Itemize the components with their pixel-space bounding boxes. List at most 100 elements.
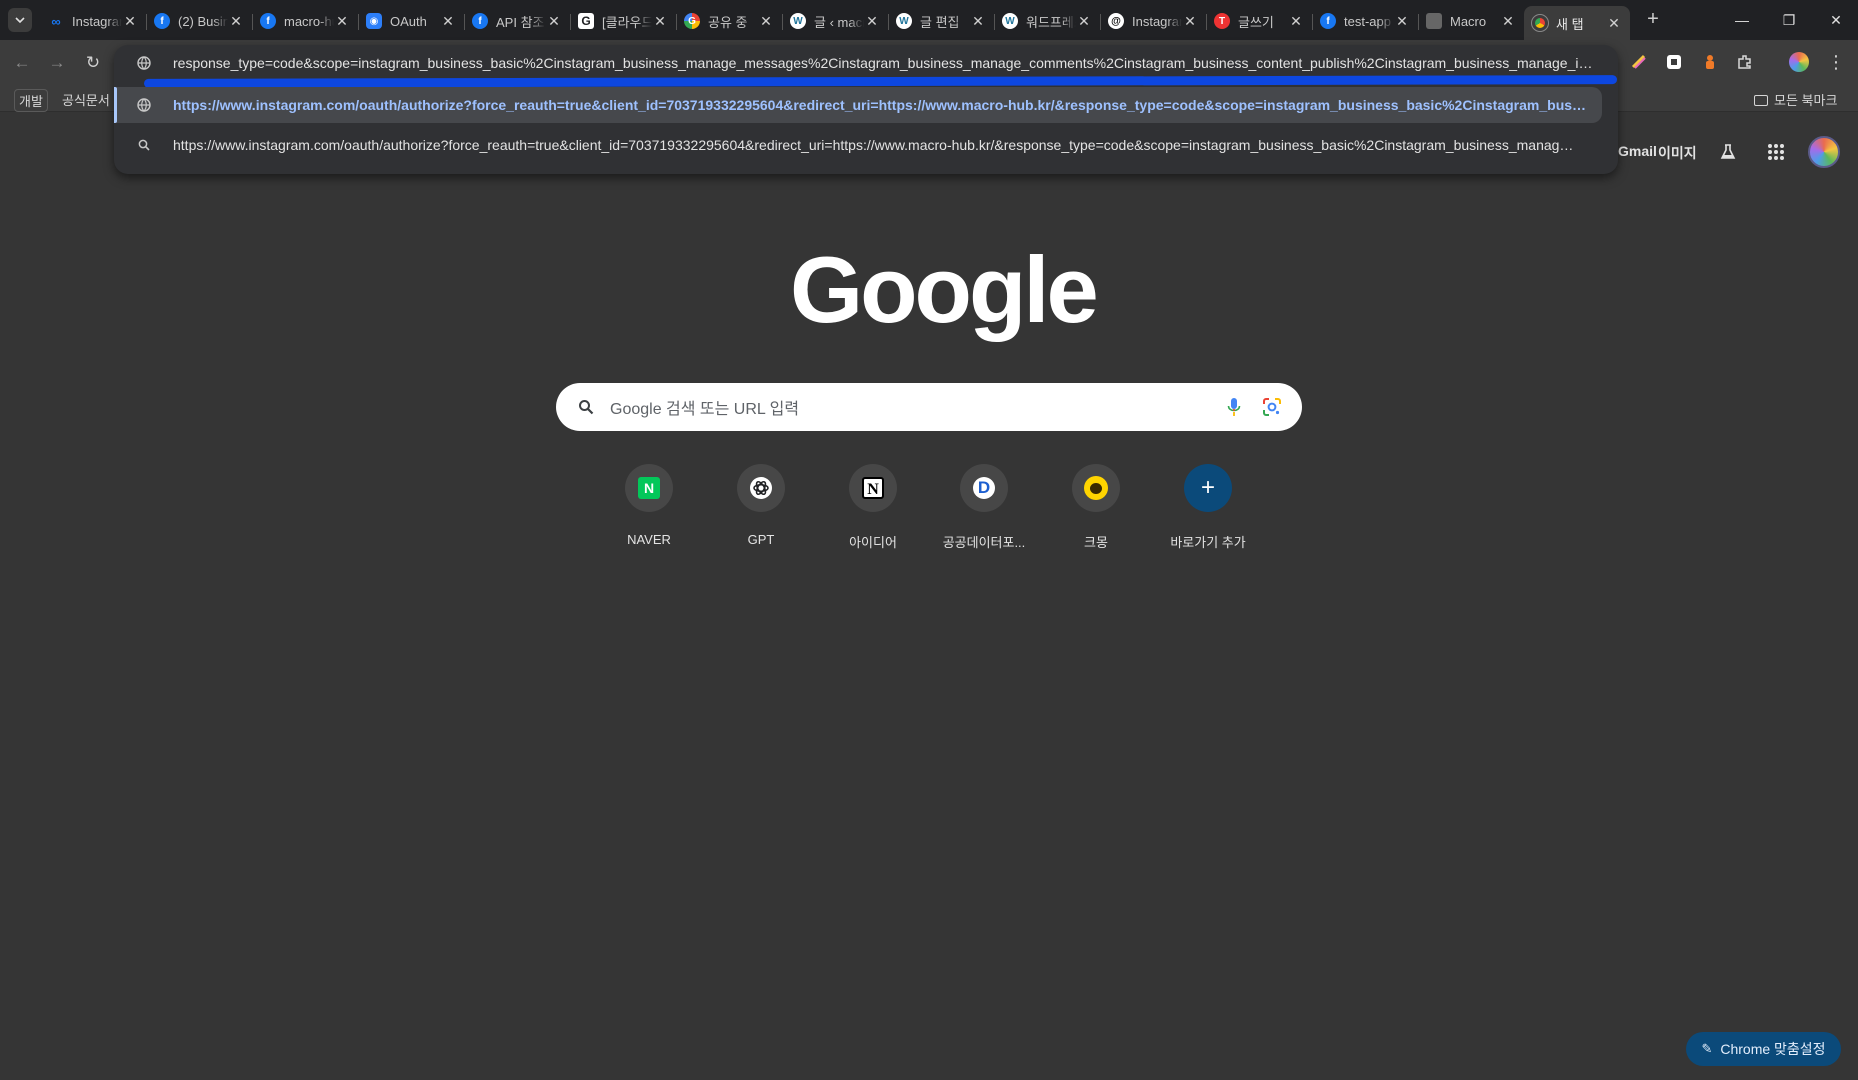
tab-cloud[interactable]: G [클라우드] ✕	[570, 6, 677, 36]
tab-write[interactable]: T 글쓰기 ✕	[1206, 6, 1313, 36]
close-icon[interactable]: ✕	[652, 13, 668, 30]
extensions-puzzle-icon[interactable]	[1734, 51, 1756, 73]
extension-chess-icon[interactable]	[1699, 51, 1721, 73]
tab-wp-edit[interactable]: W 글 편집 ✕	[888, 6, 995, 36]
bookmark-docs[interactable]: 공식문서	[62, 90, 110, 109]
shortcut-label: NAVER	[627, 532, 671, 547]
close-icon[interactable]: ✕	[864, 13, 880, 30]
shortcut-label: 아이디어	[849, 535, 897, 550]
tab-title: Instagram	[72, 13, 122, 29]
labs-flask-icon[interactable]	[1717, 141, 1739, 163]
shortcut-kmong[interactable]: 크몽	[1040, 464, 1152, 564]
close-icon[interactable]: ✕	[758, 13, 774, 30]
naver-icon: N	[625, 464, 673, 512]
tab-share[interactable]: G 공유 중 ✕	[676, 6, 783, 36]
apps-grid-icon[interactable]	[1765, 141, 1787, 163]
close-window-button[interactable]: ✕	[1824, 8, 1848, 32]
meta-icon: ∞	[51, 13, 61, 29]
tab-title: OAuth	[390, 13, 427, 29]
tab-search-button[interactable]	[8, 8, 32, 32]
search-icon	[137, 138, 151, 152]
tab-new-tab[interactable]: 새 탭 ✕	[1524, 6, 1630, 40]
tab-title: 글 ‹ macro	[814, 14, 864, 30]
tab-title: macro-hub	[284, 13, 334, 29]
menu-kebab-icon[interactable]: ⋮	[1825, 51, 1847, 73]
g-icon: G	[578, 13, 594, 29]
google-icon: G	[684, 13, 700, 29]
new-tab-button[interactable]: +	[1641, 8, 1665, 32]
shortcut-label: GPT	[747, 532, 775, 547]
tab-wp-posts[interactable]: W 글 ‹ macro ✕	[782, 6, 889, 36]
microphone-icon[interactable]	[1222, 395, 1246, 419]
threads-icon: @	[1108, 13, 1124, 29]
bookmark-dev[interactable]: 개발	[14, 89, 48, 112]
omnibox-suggestion-url[interactable]: https://www.instagram.com/oauth/authoriz…	[114, 87, 1602, 123]
close-icon[interactable]: ✕	[334, 13, 350, 30]
shortcut-naver[interactable]: N NAVER	[593, 464, 705, 564]
reload-button[interactable]: ↻	[81, 51, 105, 75]
suggestion-text: https://www.instagram.com/oauth/authoriz…	[173, 137, 1574, 153]
back-button[interactable]: ←	[10, 51, 34, 75]
close-icon[interactable]: ✕	[1182, 13, 1198, 30]
tab-instagram-threads[interactable]: @ Instagram ✕	[1100, 6, 1207, 36]
selection-indicator	[114, 87, 117, 123]
shortcut-public-data[interactable]: D 공공데이터포...	[928, 464, 1040, 564]
close-icon[interactable]: ✕	[1076, 13, 1092, 30]
globe-icon	[137, 98, 151, 112]
facebook-icon: f	[260, 13, 276, 29]
tab-api[interactable]: f API 참조 ✕	[464, 6, 571, 36]
close-icon[interactable]: ✕	[546, 13, 562, 30]
restore-button[interactable]: ❐	[1777, 8, 1801, 32]
all-bookmarks-button[interactable]: 모든 북마크	[1754, 90, 1837, 109]
chevron-down-icon	[15, 17, 25, 24]
profile-avatar[interactable]	[1808, 136, 1840, 168]
tab-title: API 참조	[496, 14, 545, 30]
tab-oauth[interactable]: ◉ OAuth ✕	[358, 6, 465, 36]
tab-title: test-app	[1344, 13, 1391, 29]
close-icon[interactable]: ✕	[1500, 13, 1516, 30]
ntp-search-box[interactable]: Google 검색 또는 URL 입력	[556, 383, 1302, 431]
close-icon[interactable]: ✕	[122, 13, 138, 30]
close-icon[interactable]: ✕	[228, 13, 244, 30]
tab-title: [클라우드]	[602, 14, 652, 30]
omnibox-suggestion-search[interactable]: https://www.instagram.com/oauth/authoriz…	[114, 127, 1618, 163]
facebook-icon: f	[154, 13, 170, 29]
tab-wordpress[interactable]: W 워드프레스 ✕	[994, 6, 1101, 36]
extension-box-icon[interactable]	[1663, 51, 1685, 73]
tab-business[interactable]: f (2) Business ✕	[146, 6, 253, 36]
profile-avatar-small[interactable]	[1788, 51, 1810, 73]
all-bookmarks-label: 모든 북마크	[1774, 93, 1838, 108]
tab-test-app[interactable]: f test-app ✕	[1312, 6, 1419, 36]
close-icon[interactable]: ✕	[1394, 13, 1410, 30]
chat-icon: ◉	[366, 13, 382, 29]
close-icon[interactable]: ✕	[970, 13, 986, 30]
search-icon	[576, 397, 596, 417]
extension-color-icon[interactable]	[1628, 51, 1650, 73]
tab-title: Instagram	[1132, 13, 1182, 29]
forward-button[interactable]: →	[45, 51, 69, 75]
wordpress-icon: W	[1002, 13, 1018, 29]
google-lens-icon[interactable]	[1260, 395, 1284, 419]
omnibox-popup: response_type=code&scope=instagram_busin…	[114, 45, 1618, 174]
shortcut-gpt[interactable]: GPT	[705, 464, 817, 564]
minimize-button[interactable]: —	[1730, 8, 1754, 32]
tab-instagram-meta[interactable]: ∞ Instagram ✕	[40, 6, 147, 36]
images-link[interactable]: 이미지	[1658, 143, 1697, 163]
notion-icon: N	[849, 464, 897, 512]
close-icon[interactable]: ✕	[1606, 15, 1622, 32]
omnibox-input[interactable]: response_type=code&scope=instagram_busin…	[173, 55, 1596, 71]
shortcut-label: 공공데이터포...	[942, 535, 1026, 550]
customize-chrome-button[interactable]: ✎ Chrome 맞춤설정	[1686, 1032, 1841, 1066]
facebook-icon: f	[472, 13, 488, 29]
shortcut-label: 크몽	[1084, 535, 1108, 550]
tistory-icon: T	[1214, 13, 1230, 29]
shortcut-notion[interactable]: N 아이디어	[817, 464, 929, 564]
tab-macro[interactable]: Macro ✕	[1418, 6, 1525, 36]
close-icon[interactable]: ✕	[1288, 13, 1304, 30]
add-shortcut-button[interactable]: + 바로가기 추가	[1152, 464, 1264, 564]
gmail-link[interactable]: Gmail	[1618, 143, 1657, 159]
facebook-icon: f	[1320, 13, 1336, 29]
tab-macro-hub[interactable]: f macro-hub ✕	[252, 6, 359, 36]
close-icon[interactable]: ✕	[440, 13, 456, 30]
wordpress-icon: W	[790, 13, 806, 29]
